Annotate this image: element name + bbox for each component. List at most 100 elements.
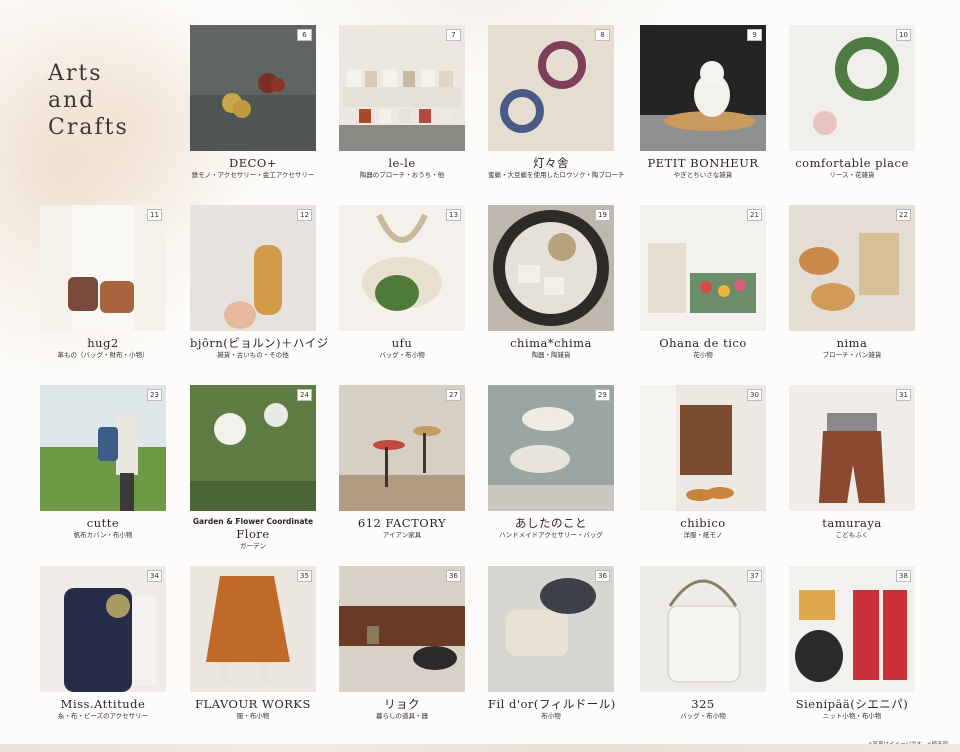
shop-description: 蜜蝋・大豆蝋を使用したロウソク・陶ブローチ xyxy=(488,171,625,179)
shop-name: chima*chima xyxy=(510,336,592,350)
booth-number: 36 xyxy=(446,570,461,582)
shop-photo: 22 xyxy=(789,205,915,331)
booth-number: 7 xyxy=(446,29,461,41)
shop-photo: 21 xyxy=(640,205,766,331)
booth-number: 12 xyxy=(297,209,312,221)
section-heading: Arts and Crafts xyxy=(48,60,129,141)
booth-number: 35 xyxy=(297,570,312,582)
shop-photo: 34 xyxy=(40,566,166,692)
shop-name: cutte xyxy=(86,516,120,530)
booth-number: 10 xyxy=(896,29,911,41)
shop-name: 325 xyxy=(691,697,715,711)
shop-description: 帆布カバン・布小物 xyxy=(73,531,133,539)
booth-number: 23 xyxy=(147,389,162,401)
shop-photo: 31 xyxy=(789,385,915,511)
booth-number: 37 xyxy=(747,570,762,582)
shop-description: 服・布小物 xyxy=(236,712,270,720)
shop-photo: 37 xyxy=(640,566,766,692)
shop-photo: 13 xyxy=(339,205,465,331)
shop-card-ohana-de-tico[interactable]: 21 Ohana de tico 花小物 xyxy=(640,205,766,360)
shop-card-lele[interactable]: 7 le-le 陶器のブローチ・おうち・他 xyxy=(339,25,465,180)
shop-name: bjōrn(ビョルン)＋ハイジ xyxy=(190,336,329,350)
booth-number: 9 xyxy=(747,29,762,41)
shop-card-sienipaa[interactable]: 38 Sienipää(シエニパ) ニット小物・布小物 xyxy=(789,566,915,721)
booth-number: 13 xyxy=(446,209,461,221)
shop-description: アイアン家具 xyxy=(382,531,422,539)
shop-card-ufu[interactable]: 13 ufu バッグ・布小物 xyxy=(339,205,465,360)
booth-number: 22 xyxy=(896,209,911,221)
shop-photo: 30 xyxy=(640,385,766,511)
shop-card-tamuraya[interactable]: 31 tamuraya こどもふく xyxy=(789,385,915,540)
shop-name: PETIT BONHEUR xyxy=(647,156,759,170)
shop-name: tamuraya xyxy=(822,516,882,530)
booth-number: 30 xyxy=(747,389,762,401)
shop-description: リース・花雑貨 xyxy=(829,171,875,179)
shop-card-miss-attitude[interactable]: 34 Miss.Attitude 糸・布・ビーズのアクセサリー xyxy=(40,566,166,721)
shop-description: バッグ・布小物 xyxy=(680,712,726,720)
shop-photo: 8 xyxy=(488,25,614,151)
shop-description: 洋服・紙モノ xyxy=(683,531,723,539)
booth-number: 36 xyxy=(595,570,610,582)
shop-photo: 36 xyxy=(339,566,465,692)
booth-number: 21 xyxy=(747,209,762,221)
shop-card-ryoku[interactable]: 36 リョク 暮らしの道具・器 xyxy=(339,566,465,721)
booth-number: 6 xyxy=(297,29,312,41)
shop-card-nima[interactable]: 22 nima ブローチ・パン雑貨 xyxy=(789,205,915,360)
shop-photo: 24 xyxy=(190,385,316,511)
shop-name: nima xyxy=(836,336,868,350)
shop-card-comfortable-place[interactable]: 10 comfortable place リース・花雑貨 xyxy=(789,25,915,180)
shop-photo: 36 xyxy=(488,566,614,692)
shop-card-cutte[interactable]: 23 cutte 帆布カバン・布小物 xyxy=(40,385,166,540)
booth-number: 29 xyxy=(595,389,610,401)
booth-number: 8 xyxy=(595,29,610,41)
shop-photo: 6 xyxy=(190,25,316,151)
shop-card-325[interactable]: 37 325 バッグ・布小物 xyxy=(640,566,766,721)
shop-card-flavour-works[interactable]: 35 FLAVOUR WORKS 服・布小物 xyxy=(190,566,316,721)
shop-description: 革もの（バッグ・財布・小物） xyxy=(57,351,149,359)
shop-card-flore[interactable]: 24 Garden & Flower Coordinate Flore ガーデン xyxy=(190,385,316,551)
shop-name: あしたのこと xyxy=(515,516,587,530)
shop-description: 糸・布・ビーズのアクセサリー xyxy=(57,712,149,720)
shop-category: Garden & Flower Coordinate xyxy=(192,517,314,526)
shop-photo: 9 xyxy=(640,25,766,151)
shop-photo: 12 xyxy=(190,205,316,331)
shop-name: Miss.Attitude xyxy=(60,697,146,711)
shop-card-chibico[interactable]: 30 chibico 洋服・紙モノ xyxy=(640,385,766,540)
shop-description: 花小物 xyxy=(693,351,713,359)
shop-card-petit-bonheur[interactable]: 9 PETIT BONHEUR やぎとちいさな雑貨 xyxy=(640,25,766,180)
shop-name: リョク xyxy=(384,697,420,711)
shop-description: 布小物 xyxy=(541,712,561,720)
shop-name: Flore xyxy=(236,527,270,541)
booth-number: 24 xyxy=(297,389,312,401)
booth-number: 19 xyxy=(595,209,610,221)
shop-card-chima-chima[interactable]: 19 chima*chima 陶器・陶雑貨 xyxy=(488,205,614,360)
shop-name: DECO+ xyxy=(229,156,277,170)
shop-photo: 29 xyxy=(488,385,614,511)
shop-name: 灯々舎 xyxy=(533,156,569,170)
shop-card-bjorn-heidi[interactable]: 12 bjōrn(ビョルン)＋ハイジ 雑貨・古いもの・その他 xyxy=(190,205,329,360)
shop-photo: 11 xyxy=(40,205,166,331)
shop-name: 612 FACTORY xyxy=(357,516,447,530)
booth-number: 31 xyxy=(896,389,911,401)
shop-name: FLAVOUR WORKS xyxy=(195,697,311,711)
shop-name: Sienipää(シエニパ) xyxy=(795,697,909,711)
shop-card-ashita-no-koto[interactable]: 29 あしたのこと ハンドメイドアクセサリー・バッグ xyxy=(488,385,614,540)
shop-name: hug2 xyxy=(87,336,119,350)
booth-number: 34 xyxy=(147,570,162,582)
shop-card-deco[interactable]: 6 DECO+ 鉄モノ・アクセサリー・金工アクセサリー xyxy=(190,25,316,180)
shop-card-tomoshibi[interactable]: 8 灯々舎 蜜蝋・大豆蝋を使用したロウソク・陶ブローチ xyxy=(488,25,625,180)
shop-card-hug2[interactable]: 11 hug2 革もの（バッグ・財布・小物） xyxy=(40,205,166,360)
shop-photo: 27 xyxy=(339,385,465,511)
shop-name: Fil d'or(フィルドール) xyxy=(488,697,616,711)
heading-line-1: Arts xyxy=(48,61,103,86)
heading-line-2: and xyxy=(48,88,96,113)
shop-photo: 35 xyxy=(190,566,316,692)
shop-card-612-factory[interactable]: 27 612 FACTORY アイアン家具 xyxy=(339,385,465,540)
shop-description: 陶器のブローチ・おうち・他 xyxy=(359,171,445,179)
shop-card-fil-dor[interactable]: 36 Fil d'or(フィルドール) 布小物 xyxy=(488,566,616,721)
shop-description: ニット小物・布小物 xyxy=(822,712,882,720)
booth-number: 27 xyxy=(446,389,461,401)
heading-line-3: Crafts xyxy=(48,115,129,140)
shop-photo: 19 xyxy=(488,205,614,331)
shop-name: Ohana de tico xyxy=(659,336,747,350)
